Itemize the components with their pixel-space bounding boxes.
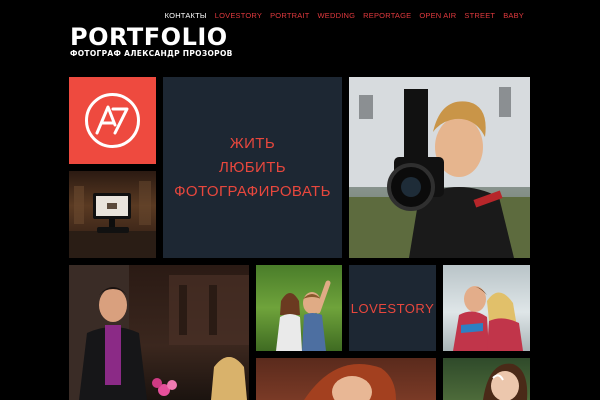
tagline-line-1: ЖИТЬ [229, 134, 276, 152]
photo-girl-facepaint[interactable] [443, 358, 530, 400]
main-nav: КОНТАКТЫ LOVESTORY PORTRAIT WEDDING REPO… [161, 11, 528, 20]
photo-couple-winter[interactable] [443, 265, 530, 351]
tagline-tile: ЖИТЬ ЛЮБИТЬ ФОТОГРАФИРОВАТЬ [163, 77, 342, 258]
lovestory-label: LOVESTORY [350, 300, 435, 316]
nav-reportage[interactable]: REPORTAGE [359, 11, 415, 20]
photo-photographer-portrait[interactable] [349, 77, 530, 258]
photo-studio-monitor[interactable] [69, 171, 156, 258]
logo-title: PORTFOLIO [70, 23, 228, 51]
nav-lovestory[interactable]: LOVESTORY [211, 11, 266, 20]
girl-facepaint-photo-image [483, 363, 528, 400]
studio-photo-image [69, 181, 156, 258]
winter-couple-photo-image [453, 286, 523, 351]
wedding-couple-photo-image [69, 265, 249, 400]
tagline-line-2: ЛЮБИТЬ [218, 158, 287, 176]
woman-portrait-photo-image [304, 364, 396, 400]
lovestory-tile[interactable]: LOVESTORY [349, 265, 436, 351]
nav-baby[interactable]: BABY [499, 11, 528, 20]
nav-open-air[interactable]: OPEN AIR [415, 11, 460, 20]
nav-wedding[interactable]: WEDDING [314, 11, 360, 20]
site-logo[interactable]: PORTFOLIO ФОТОГРАФ АЛЕКСАНДР ПРОЗОРОВ [70, 24, 233, 58]
logo-subtitle: ФОТОГРАФ АЛЕКСАНДР ПРОЗОРОВ [70, 49, 233, 58]
nav-portrait[interactable]: PORTRAIT [266, 11, 313, 20]
photo-couple-grass[interactable] [256, 265, 342, 351]
brand-monogram-icon [85, 93, 140, 148]
photo-groom-bouquet[interactable] [69, 265, 249, 400]
photo-woman-portrait[interactable] [256, 358, 436, 400]
nav-street[interactable]: STREET [460, 11, 499, 20]
tagline-line-3: ФОТОГРАФИРОВАТЬ [174, 182, 331, 200]
nav-contacts[interactable]: КОНТАКТЫ [161, 11, 211, 20]
couple-grass-photo-image [276, 280, 331, 351]
brand-mark-tile[interactable] [69, 77, 156, 164]
photographer-photo-image [349, 77, 530, 258]
